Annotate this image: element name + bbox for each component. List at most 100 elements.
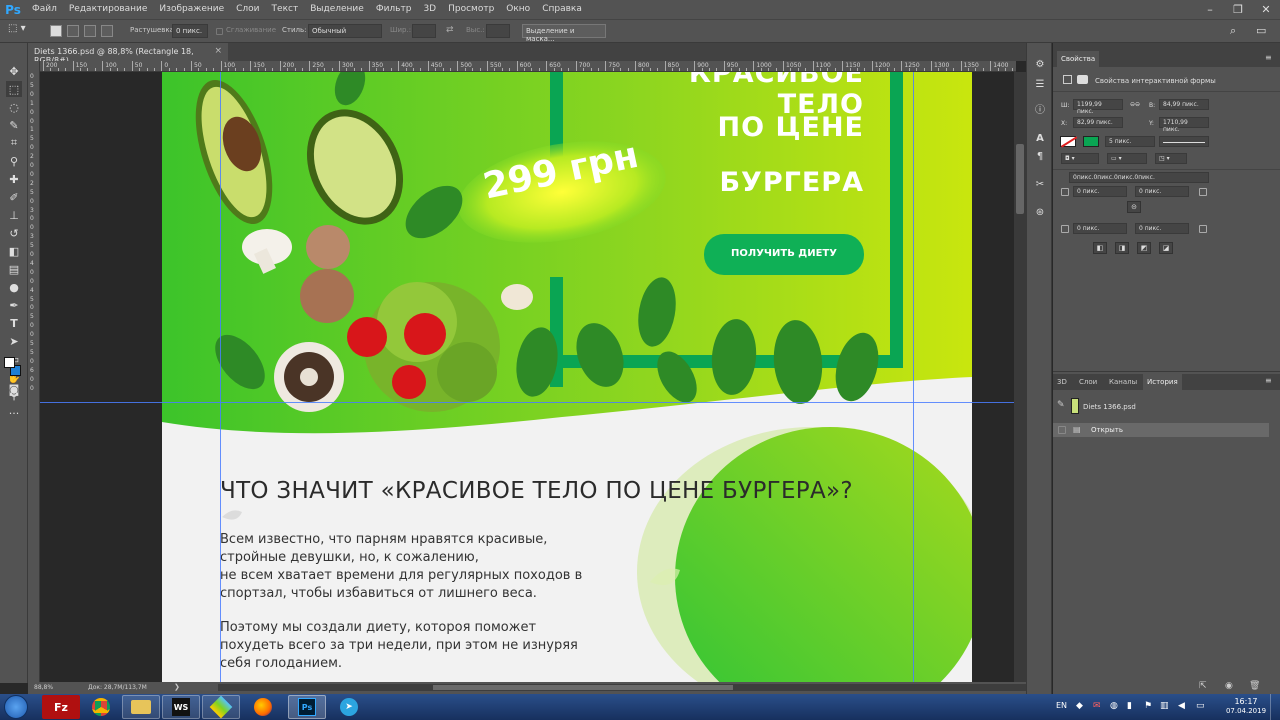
menu-help[interactable]: Справка [536, 0, 588, 19]
tab-channels[interactable]: Каналы [1105, 374, 1141, 390]
stroke-width-input[interactable]: 5 пикс. [1105, 136, 1155, 147]
radius-br-input[interactable]: 0 пикс. [1135, 223, 1189, 234]
tray-nvidia-icon[interactable]: ◆ [1076, 701, 1083, 711]
swap-icon[interactable]: ⇄ [446, 25, 454, 35]
photoshop-logo-icon[interactable]: Ps [0, 0, 26, 19]
language-indicator[interactable]: EN [1056, 701, 1067, 710]
tray-display-icon[interactable]: ▭ [1196, 701, 1205, 711]
smooth-checkbox[interactable] [216, 28, 223, 35]
tray-shield-icon[interactable]: ◍ [1110, 701, 1118, 711]
history-brush-source-icon[interactable]: ✎ [1057, 400, 1069, 412]
align-stroke-select[interactable]: ◘ ▾ [1061, 153, 1099, 164]
rectangular-marquee-icon[interactable]: ⬚ [6, 81, 22, 97]
join-stroke-select[interactable]: ◳ ▾ [1155, 153, 1187, 164]
menu-file[interactable]: Файл [26, 0, 63, 19]
quick-selection-icon[interactable]: ✎ [6, 117, 22, 133]
close-icon[interactable]: ✕ [1252, 0, 1280, 19]
snapshot-camera-icon[interactable]: ◉ [1225, 681, 1233, 691]
menu-window[interactable]: Окно [500, 0, 536, 19]
clock-time[interactable]: 16:17 [1226, 697, 1266, 706]
get-diet-button[interactable]: ПОЛУЧИТЬ ДИЕТУ [704, 248, 864, 259]
move-tool-icon[interactable]: ✥ [6, 63, 22, 79]
canvas-area[interactable]: КРАСИВОЕ ТЕЛО ПО ЦЕНЕ БУРГЕРА 299 грн ПО… [40, 72, 1014, 682]
vertical-guide-right[interactable] [913, 72, 914, 682]
restore-icon[interactable]: ❐ [1224, 0, 1252, 19]
menu-layers[interactable]: Слои [230, 0, 265, 19]
quick-mask-mode-icon[interactable]: ◙ [6, 381, 22, 397]
path-selection-icon[interactable]: ➤ [6, 333, 22, 349]
history-panel-menu-icon[interactable]: ≡ [1265, 376, 1272, 385]
trash-icon[interactable]: 🗑 [1249, 681, 1260, 691]
foreground-color-swatch[interactable] [4, 357, 15, 368]
x-prop-input[interactable]: 82,99 пикс. [1073, 117, 1123, 128]
pen-icon[interactable]: ✒ [6, 297, 22, 313]
history-brush-icon[interactable]: ↺ [6, 225, 22, 241]
dodge-icon[interactable]: ● [6, 279, 22, 295]
gradient-icon[interactable]: ▤ [6, 261, 22, 277]
menu-select[interactable]: Выделение [304, 0, 370, 19]
new-selection-icon[interactable] [50, 25, 62, 37]
add-selection-icon[interactable] [67, 25, 79, 37]
style-select[interactable]: Обычный [308, 24, 382, 38]
document-tab[interactable]: Diets 1366.psd @ 88,8% (Rectangle 18, RG… [28, 43, 228, 65]
taskbar-explorer-icon[interactable] [122, 695, 160, 719]
horizontal-scrollbar[interactable] [218, 684, 1028, 691]
horizontal-guide[interactable] [40, 402, 1014, 403]
section-title[interactable]: ЧТО ЗНАЧИТ «КРАСИВОЕ ТЕЛО ПО ЦЕНЕ БУРГЕР… [220, 478, 853, 504]
path-combine-icon[interactable]: ◧ [1093, 242, 1107, 254]
vertical-scroll-thumb[interactable] [1016, 144, 1024, 214]
more-tools-icon[interactable]: ··· [6, 405, 22, 421]
clone-stamp-icon[interactable]: ⊥ [6, 207, 22, 223]
fill-swatch[interactable] [1060, 136, 1078, 148]
workspace-icon[interactable]: ▭ [1256, 24, 1266, 37]
paragraph-2[interactable]: Поэтому мы создали диету, котороя поможе… [220, 619, 578, 673]
lasso-icon[interactable]: ◌ [6, 99, 22, 115]
tab-close-icon[interactable]: × [214, 46, 222, 56]
path-intersect-icon[interactable]: ◩ [1137, 242, 1151, 254]
paragraph-1[interactable]: Всем известно, что парням нравятся краси… [220, 531, 582, 603]
tray-volume-icon[interactable]: ◀ [1178, 701, 1185, 711]
taskbar-paint-icon[interactable] [202, 695, 240, 719]
width-prop-input[interactable]: 1199,99 пикс. [1073, 99, 1123, 115]
menu-3d[interactable]: 3D [417, 0, 442, 19]
eyedropper-icon[interactable]: ⚲ [6, 153, 22, 169]
zoom-level[interactable]: 88,8% [34, 684, 53, 691]
ruler-left[interactable]: 050100150200250300350400450500550600 [28, 61, 40, 682]
taskbar-photoshop-icon[interactable]: Ps [288, 695, 326, 719]
menu-filter[interactable]: Фильтр [370, 0, 418, 19]
healing-brush-icon[interactable]: ✚ [6, 171, 22, 187]
stroke-swatch[interactable] [1083, 136, 1099, 147]
tab-layers[interactable]: Слои [1075, 374, 1101, 390]
cap-stroke-select[interactable]: ▭ ▾ [1107, 153, 1147, 164]
link-icon[interactable]: ⊖⊖ [1130, 101, 1140, 108]
tray-battery-icon[interactable]: ▮ [1127, 701, 1132, 711]
character-panel-icon[interactable]: A [1033, 131, 1047, 145]
intersect-selection-icon[interactable] [101, 25, 113, 37]
taskbar-telegram-icon[interactable]: ➤ [330, 695, 368, 719]
eraser-icon[interactable]: ◧ [6, 243, 22, 259]
brush-icon[interactable]: ✐ [6, 189, 22, 205]
libraries-panel-icon[interactable]: ⊛ [1033, 205, 1047, 219]
history-snapshot[interactable]: Diets 1366.psd [1083, 403, 1136, 411]
tab-properties[interactable]: Свойства [1057, 51, 1100, 67]
marquee-preset-icon[interactable]: ⬚ ▾ [8, 23, 36, 39]
tab-history[interactable]: История [1143, 374, 1182, 390]
adjustments-panel-icon[interactable]: ☰ [1033, 77, 1047, 91]
corner-radius-all-input[interactable]: 0пикс.0пикс.0пикс.0пикс. [1069, 172, 1209, 183]
history-item[interactable]: ▤ Открыть [1053, 423, 1269, 437]
history-state-checkbox[interactable] [1058, 426, 1066, 434]
taskbar-chrome-icon[interactable] [82, 695, 120, 719]
horizontal-scroll-thumb[interactable] [433, 685, 733, 690]
show-desktop-button[interactable] [1270, 694, 1280, 720]
taskbar-firefox-icon[interactable] [244, 695, 282, 719]
ruler-top[interactable]: 200 150 100 50 0 50 100 150 200 250 300 350 400 450 50… [40, 61, 1016, 72]
taskbar-filezilla-icon[interactable]: Fz [42, 695, 80, 719]
height-prop-input[interactable]: 84,99 пикс. [1159, 99, 1209, 110]
stroke-type-select[interactable] [1159, 136, 1209, 147]
height-input[interactable] [486, 24, 510, 38]
feather-input[interactable]: 0 пикс. [172, 24, 208, 38]
vertical-guide-left[interactable] [220, 72, 221, 682]
new-document-from-state-icon[interactable]: ⇱ [1199, 681, 1207, 691]
hero-headline-line-2[interactable]: ПО ЦЕНЕ [602, 112, 864, 143]
menu-type[interactable]: Текст [266, 0, 305, 19]
